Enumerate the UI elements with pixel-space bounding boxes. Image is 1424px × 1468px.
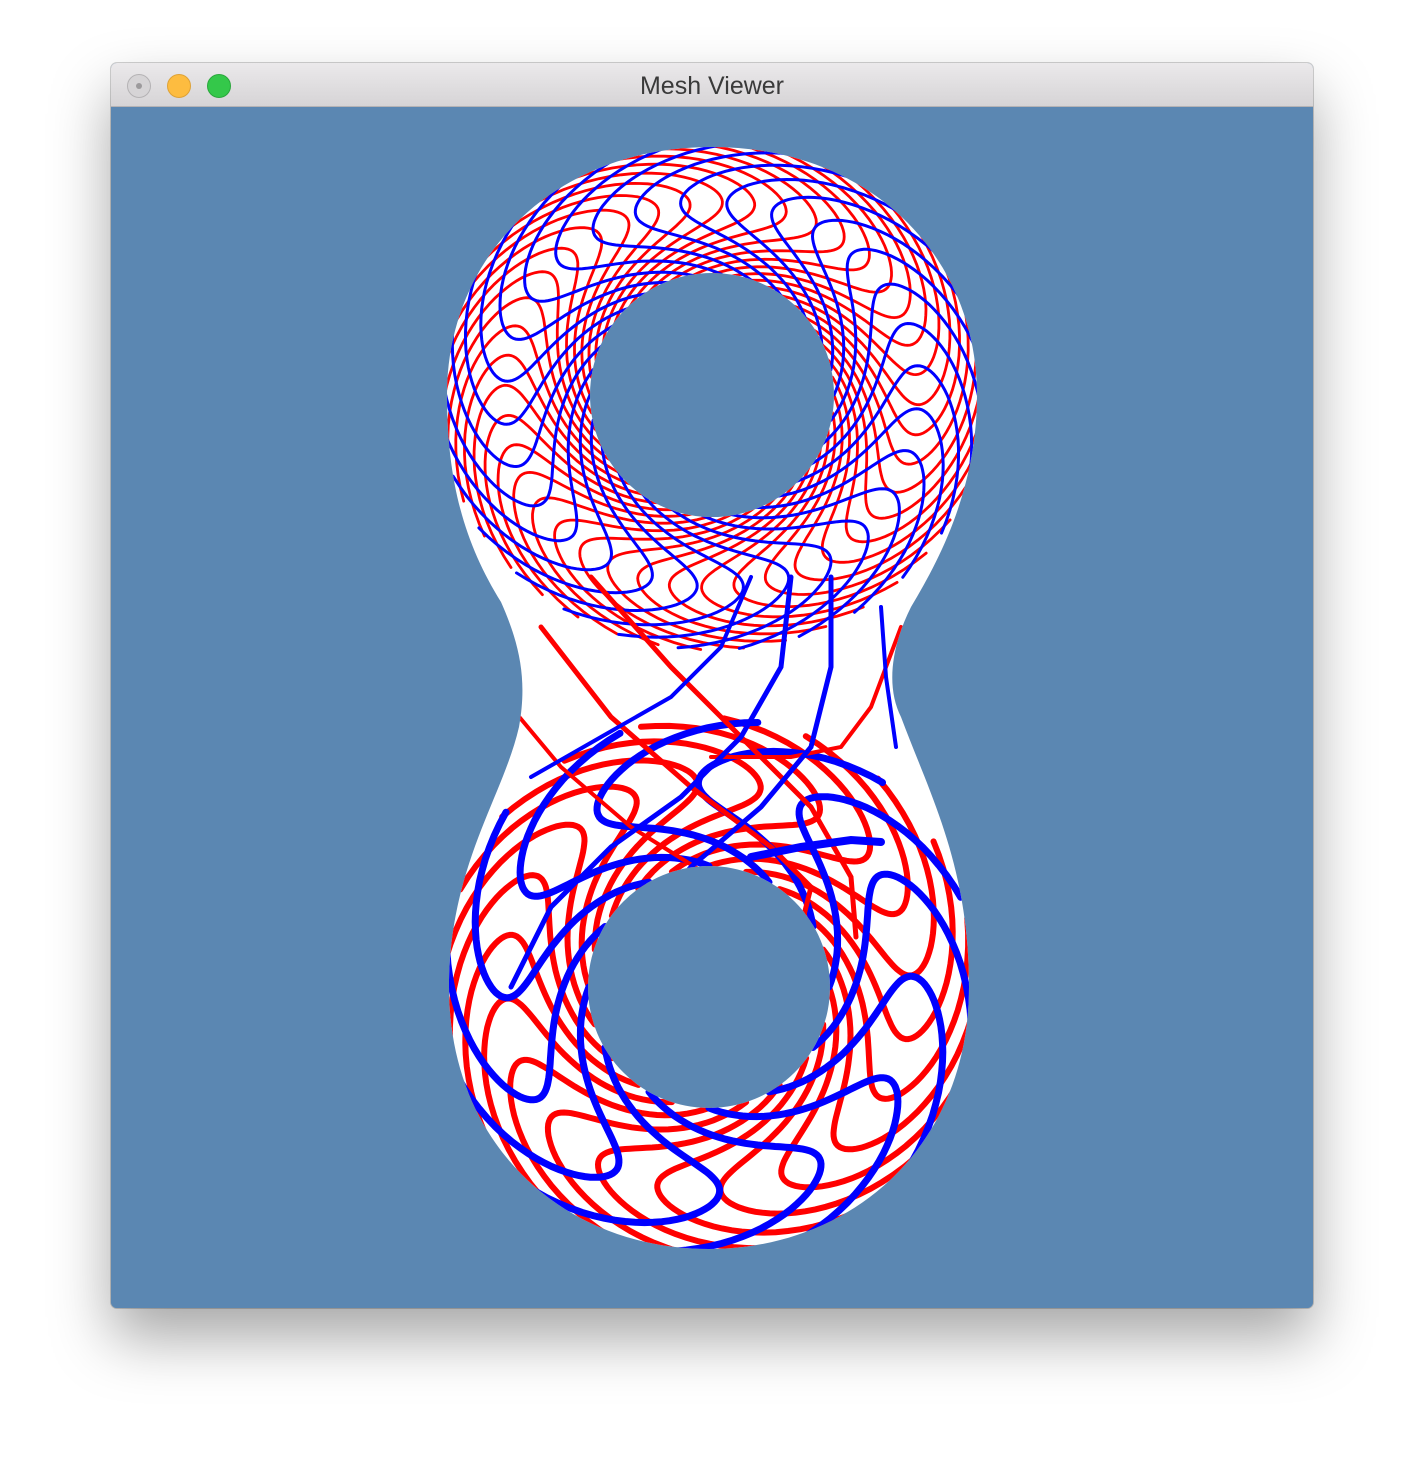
render-viewport[interactable] [111, 107, 1313, 1308]
title-bar[interactable]: Mesh Viewer [111, 63, 1313, 107]
mesh-canvas[interactable] [111, 107, 1313, 1308]
mesh-viewer-window: Mesh Viewer [111, 63, 1313, 1308]
window-title: Mesh Viewer [639, 72, 785, 100]
